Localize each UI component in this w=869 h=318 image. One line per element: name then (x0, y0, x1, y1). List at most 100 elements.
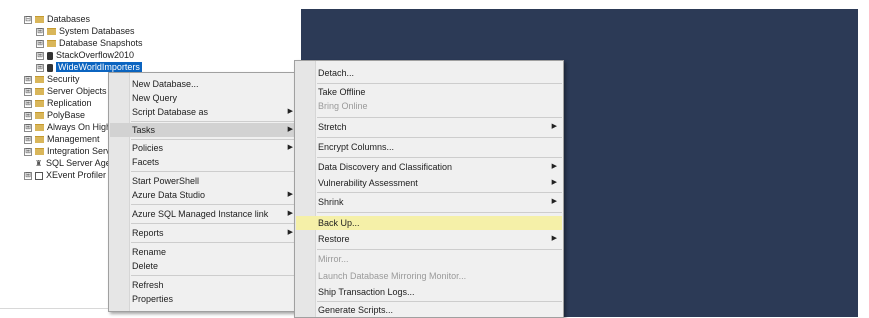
menu-separator (131, 171, 298, 172)
menu-item-label: Vulnerability Assessment (318, 178, 418, 188)
tree-node-management[interactable]: ⊞ Management (24, 133, 100, 145)
folder-icon (35, 88, 44, 96)
tree-node-stackoverflow2010[interactable]: ⊞ StackOverflow2010 (36, 49, 134, 61)
menu-item-label: Data Discovery and Classification (318, 162, 453, 172)
menu-item-launch-mirroring-monitor[interactable]: Launch Database Mirroring Monitor... (296, 269, 562, 283)
menu-item-label: Facets (132, 157, 160, 167)
menu-item-label: New Query (132, 93, 178, 103)
menu-item-label: Take Offline (318, 87, 366, 97)
submenu-arrow-icon: ▶ (551, 198, 557, 205)
tree-node-label: Management (47, 134, 100, 144)
tree-node-label: Security (47, 74, 80, 84)
context-menu: New Database... New Query Script Databas… (108, 72, 300, 312)
menu-item-label: Refresh (132, 280, 164, 290)
tree-node-label: StackOverflow2010 (56, 50, 135, 60)
menu-separator (131, 223, 298, 224)
menu-item-label: Azure Data Studio (132, 190, 206, 200)
menu-item-ship-transaction-logs[interactable]: Ship Transaction Logs... (296, 285, 562, 299)
menu-item-script-database-as[interactable]: Script Database as ▶ (110, 105, 298, 119)
folder-icon (35, 112, 44, 120)
expand-icon[interactable]: ⊞ (24, 87, 32, 96)
menu-separator (317, 117, 562, 118)
menu-item-label: Delete (132, 261, 159, 271)
menu-item-label: Script Database as (132, 107, 209, 117)
menu-separator (131, 275, 298, 276)
submenu-arrow-icon: ▶ (551, 163, 557, 170)
submenu-arrow-icon: ▶ (551, 123, 557, 130)
xevent-icon (35, 171, 43, 180)
menu-item-azure-sql-mi-link[interactable]: Azure SQL Managed Instance link ▶ (110, 207, 298, 221)
menu-item-policies[interactable]: Policies ▶ (110, 141, 298, 155)
menu-item-rename[interactable]: Rename (110, 245, 298, 259)
submenu-arrow-icon: ▶ (551, 179, 557, 186)
tree-node-polybase[interactable]: ⊞ PolyBase (24, 109, 85, 121)
menu-separator (317, 301, 562, 302)
menu-item-azure-data-studio[interactable]: Azure Data Studio ▶ (110, 188, 298, 202)
menu-item-generate-scripts[interactable]: Generate Scripts... (296, 303, 562, 317)
menu-item-reports[interactable]: Reports ▶ (110, 226, 298, 240)
menu-item-label: Generate Scripts... (318, 305, 394, 315)
tree-node-label: XEvent Profiler (46, 170, 107, 180)
expand-icon[interactable]: ⊞ (36, 27, 44, 36)
expand-icon[interactable]: ⊞ (36, 51, 44, 60)
submenu-arrow-icon: ▶ (287, 126, 293, 133)
menu-item-label: Tasks (132, 125, 156, 135)
menu-separator (131, 242, 298, 243)
menu-item-delete[interactable]: Delete (110, 259, 298, 273)
collapse-icon[interactable]: ⊟ (24, 15, 32, 24)
menu-item-refresh[interactable]: Refresh (110, 278, 298, 292)
folder-icon (35, 76, 44, 84)
menu-item-vulnerability-assessment[interactable]: Vulnerability Assessment ▶ (296, 176, 562, 190)
menu-item-label: Properties (132, 294, 174, 304)
expand-icon[interactable]: ⊞ (36, 39, 44, 48)
tree-node-replication[interactable]: ⊞ Replication (24, 97, 92, 109)
expand-icon[interactable]: ⊞ (24, 75, 32, 84)
menu-item-data-discovery[interactable]: Data Discovery and Classification ▶ (296, 160, 562, 174)
menu-separator (317, 137, 562, 138)
expand-icon[interactable]: ⊞ (24, 147, 32, 156)
tree-node-sql-server-agent[interactable]: ♜ SQL Server Agent (35, 157, 118, 169)
menu-separator (131, 121, 298, 122)
expand-icon[interactable]: ⊞ (24, 171, 32, 180)
expand-icon[interactable]: ⊞ (36, 63, 44, 72)
tree-node-security[interactable]: ⊞ Security (24, 73, 80, 85)
menu-item-back-up[interactable]: Back Up... (296, 216, 562, 230)
menu-item-label: Reports (132, 228, 164, 238)
expand-icon[interactable]: ⊞ (24, 123, 32, 132)
menu-item-mirror[interactable]: Mirror... (296, 252, 562, 266)
submenu-arrow-icon: ▶ (287, 191, 293, 198)
submenu-arrow-icon: ▶ (551, 235, 557, 242)
menu-item-bring-online[interactable]: Bring Online (296, 99, 562, 113)
menu-separator (131, 204, 298, 205)
menu-item-label: Detach... (318, 68, 355, 78)
menu-separator (317, 249, 562, 250)
menu-item-shrink[interactable]: Shrink ▶ (296, 195, 562, 209)
tree-node-xevent-profiler[interactable]: ⊞ XEvent Profiler (24, 169, 106, 181)
submenu-arrow-icon: ▶ (287, 108, 293, 115)
menu-item-properties[interactable]: Properties (110, 292, 298, 306)
menu-item-new-query[interactable]: New Query (110, 91, 298, 105)
menu-item-label: Azure SQL Managed Instance link (132, 209, 269, 219)
menu-item-new-database[interactable]: New Database... (110, 77, 298, 91)
menu-item-tasks[interactable]: Tasks ▶ (110, 123, 298, 137)
menu-item-detach[interactable]: Detach... (296, 66, 562, 80)
expand-icon[interactable]: ⊞ (24, 111, 32, 120)
tree-node-system-databases[interactable]: ⊞ System Databases (36, 25, 135, 37)
menu-item-restore[interactable]: Restore ▶ (296, 232, 562, 246)
menu-item-label: Stretch (318, 122, 347, 132)
tree-node-databases[interactable]: ⊟ Databases (24, 13, 90, 25)
menu-item-encrypt-columns[interactable]: Encrypt Columns... (296, 140, 562, 154)
expand-icon[interactable]: ⊞ (24, 135, 32, 144)
folder-icon (35, 136, 44, 144)
menu-item-label: Launch Database Mirroring Monitor... (318, 271, 467, 281)
tree-node-server-objects[interactable]: ⊞ Server Objects (24, 85, 107, 97)
menu-item-label: Rename (132, 247, 167, 257)
menu-item-stretch[interactable]: Stretch ▶ (296, 120, 562, 134)
folder-icon (35, 124, 44, 132)
expand-icon[interactable]: ⊞ (24, 99, 32, 108)
menu-item-take-offline[interactable]: Take Offline (296, 85, 562, 99)
tree-node-database-snapshots[interactable]: ⊞ Database Snapshots (36, 37, 143, 49)
menu-item-facets[interactable]: Facets (110, 155, 298, 169)
folder-icon (47, 40, 56, 48)
menu-item-start-powershell[interactable]: Start PowerShell (110, 174, 298, 188)
